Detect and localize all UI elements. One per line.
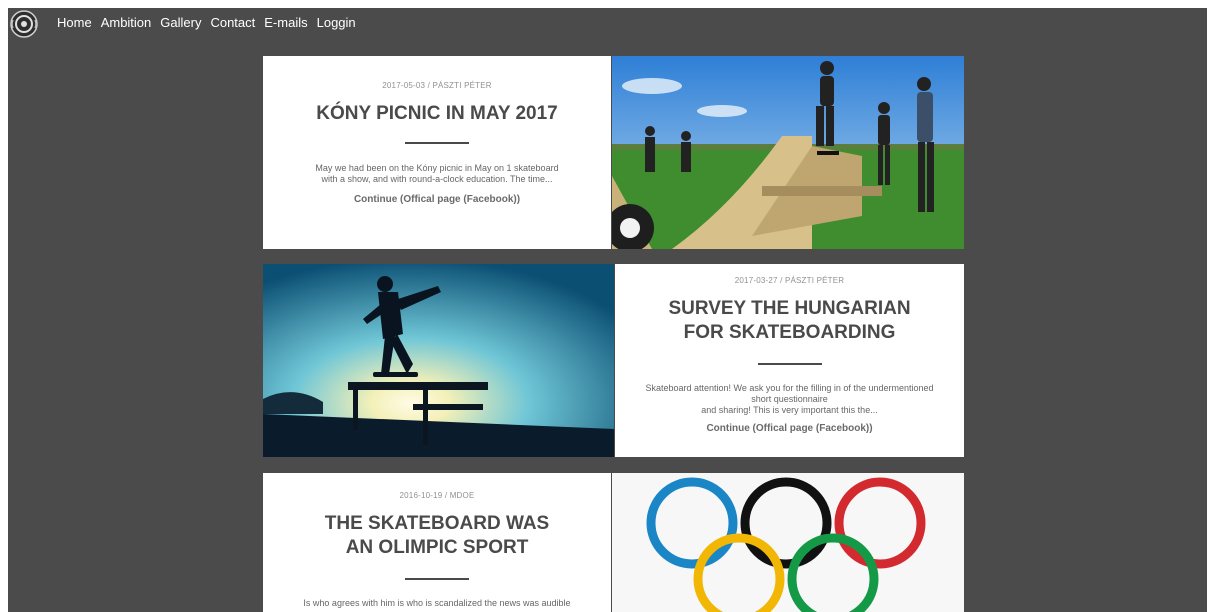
title-line: FOR SKATEBOARDING [683, 322, 896, 343]
title-line: SURVEY THE HUNGARIAN [668, 298, 911, 319]
post-text-card: 2016-10-19 / MDOE THE SKATEBOARD WAS AN … [263, 473, 611, 612]
post-title: THE SKATEBOARD WAS AN OLIMPIC SPORT [263, 512, 611, 560]
excerpt-line: with a show, and with round-a-clock educ… [321, 174, 553, 184]
title-line: THE SKATEBOARD WAS [324, 513, 550, 534]
excerpt-line: Is who agrees with him is who is scandal… [303, 598, 571, 608]
excerpt-line: short questionnaire [751, 394, 828, 404]
page: Home Ambition Gallery Contact E-mails Lo… [8, 8, 1207, 612]
excerpt-line: Skateboard attention! We ask you for the… [645, 383, 934, 393]
excerpt-line: and sharing! This is very important this… [701, 405, 878, 415]
post-text-card: 2017-05-03 / PÁSZTI PÉTER KÓNY PICNIC IN… [263, 56, 611, 249]
post-title: KÓNY PICNIC IN MAY 2017 [316, 103, 558, 124]
title-divider [757, 363, 822, 365]
nav-emails-link[interactable]: E-mails [264, 15, 307, 30]
title-divider [405, 142, 469, 144]
olympic-rings-image[interactable] [612, 473, 964, 612]
excerpt-line: May we had been on the Kóny picnic in Ma… [315, 163, 559, 173]
post-olympic: 2016-10-19 / MDOE THE SKATEBOARD WAS AN … [263, 473, 964, 612]
post-text-card: 2017-03-27 / PÁSZTI PÉTER SURVEY THE HUN… [615, 264, 964, 457]
post-title: SURVEY THE HUNGARIAN FOR SKATEBOARDING [615, 297, 964, 345]
post-excerpt: Skateboard attention! We ask you for the… [615, 383, 964, 416]
nav-contact-link[interactable]: Contact [210, 15, 255, 30]
continue-link[interactable]: Continue (Offical page (Facebook)) [615, 423, 964, 434]
post-meta: 2017-03-27 / PÁSZTI PÉTER [734, 276, 845, 285]
top-nav: Home Ambition Gallery Contact E-mails Lo… [8, 8, 1207, 38]
nav-home-link[interactable]: Home [57, 15, 92, 30]
nav-loggin-link[interactable]: Loggin [317, 15, 356, 30]
post-excerpt: May we had been on the Kóny picnic in Ma… [263, 163, 611, 185]
post-kony-picnic: 2017-05-03 / PÁSZTI PÉTER KÓNY PICNIC IN… [263, 56, 964, 249]
title-line: AN OLIMPIC SPORT [345, 537, 529, 558]
post-meta: 2017-05-03 / PÁSZTI PÉTER [382, 81, 492, 90]
continue-link[interactable]: Continue (Offical page (Facebook)) [263, 194, 611, 205]
post-meta: 2016-10-19 / MDOE [399, 491, 475, 500]
title-divider [405, 578, 469, 580]
nav-links: Home Ambition Gallery Contact E-mails Lo… [57, 15, 356, 30]
skater-silhouette-photo[interactable] [263, 264, 614, 457]
skate-ramp-photo[interactable] [612, 56, 964, 249]
club-logo-icon[interactable] [10, 10, 38, 38]
nav-ambition-link[interactable]: Ambition [101, 15, 152, 30]
post-excerpt: Is who agrees with him is who is scandal… [263, 598, 611, 609]
nav-gallery-link[interactable]: Gallery [160, 15, 201, 30]
post-survey: 2017-03-27 / PÁSZTI PÉTER SURVEY THE HUN… [263, 264, 964, 457]
